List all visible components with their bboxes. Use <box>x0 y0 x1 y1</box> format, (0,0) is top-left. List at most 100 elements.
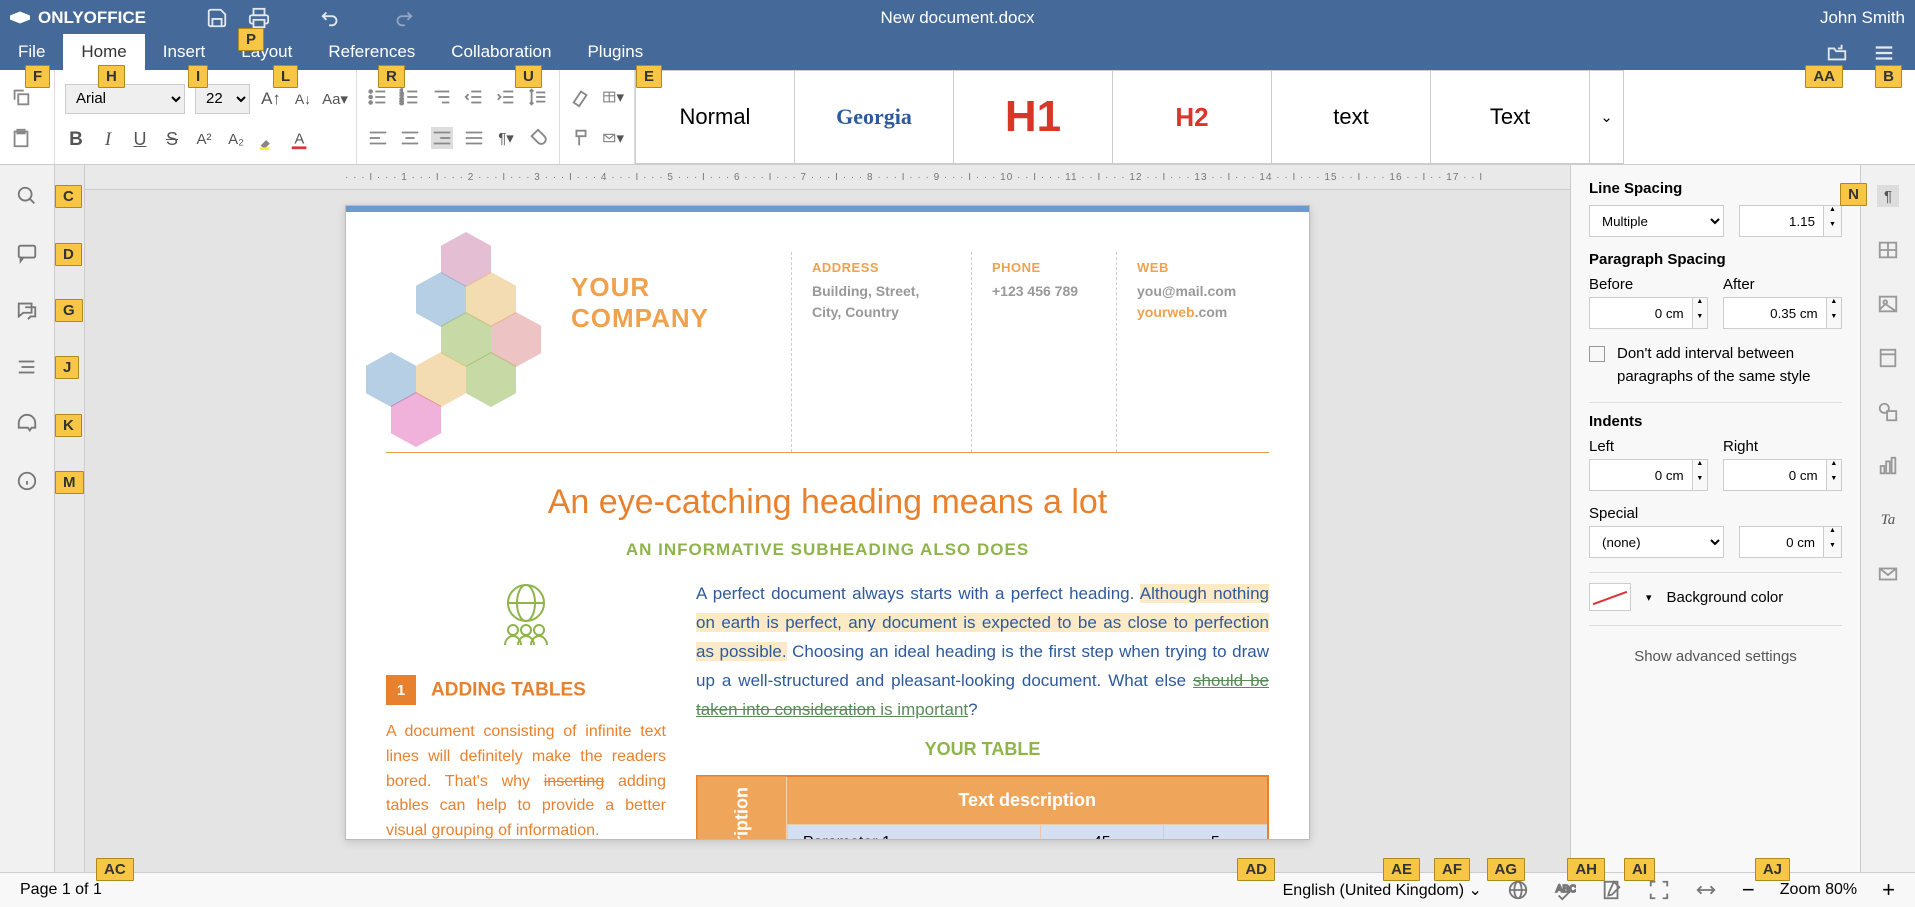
svg-text:A: A <box>295 131 305 147</box>
font-size-select[interactable]: 22 <box>195 84 250 114</box>
print-icon[interactable] <box>248 7 270 29</box>
style-georgia[interactable]: Georgia <box>794 70 954 164</box>
align-center-icon[interactable] <box>399 127 421 149</box>
para-spacing-label: Paragraph Spacing <box>1589 251 1842 268</box>
copy-icon[interactable] <box>10 86 32 108</box>
spacing-before[interactable] <box>1589 297 1693 329</box>
clear-style-icon[interactable] <box>570 86 592 108</box>
numbering-icon[interactable]: 123 <box>399 86 421 108</box>
italic-icon[interactable]: I <box>97 129 119 151</box>
shape-settings-icon[interactable] <box>1877 401 1899 423</box>
chart-settings-icon[interactable] <box>1877 455 1899 477</box>
advanced-settings-link[interactable]: Show advanced settings <box>1589 636 1842 677</box>
special-select[interactable]: (none) <box>1589 526 1724 558</box>
fit-page-icon[interactable] <box>1648 879 1670 901</box>
vertical-ruler[interactable] <box>55 165 85 872</box>
hint-m: M <box>55 471 84 494</box>
trackchanges-icon[interactable] <box>1601 879 1623 901</box>
insert-table-icon[interactable]: ▾ <box>602 86 624 108</box>
indent-left[interactable] <box>1589 459 1693 491</box>
style-dropdown[interactable]: ⌄ <box>1589 70 1624 164</box>
bold-icon[interactable]: B <box>65 129 87 151</box>
special-by[interactable] <box>1739 526 1824 558</box>
dont-add-checkbox[interactable] <box>1589 346 1605 362</box>
spinner[interactable]: ▲▼ <box>1824 205 1842 237</box>
hint-r: R <box>378 65 405 88</box>
about-icon[interactable] <box>16 470 38 492</box>
line-spacing-value[interactable] <box>1739 205 1824 237</box>
language-selector[interactable]: English (United Kingdom) ⌄ <box>1283 880 1482 900</box>
shading-icon[interactable] <box>527 127 549 149</box>
align-left-icon[interactable] <box>367 127 389 149</box>
hint-f: F <box>25 65 50 88</box>
outdent-icon[interactable] <box>463 86 485 108</box>
hint-i: I <box>188 65 208 88</box>
underline-icon[interactable]: U <box>129 129 151 151</box>
subscript-icon[interactable]: A₂ <box>225 129 247 151</box>
font-color-icon[interactable]: A <box>289 129 311 151</box>
change-case-icon[interactable]: Aa▾ <box>324 88 346 110</box>
mail-settings-icon[interactable] <box>1877 563 1899 585</box>
doclang-icon[interactable] <box>1507 879 1529 901</box>
menu-insert[interactable]: Insert <box>145 34 224 70</box>
open-location-icon[interactable] <box>1826 42 1848 64</box>
paragraph-settings-icon[interactable]: ¶ <box>1877 185 1899 207</box>
hint-ae: AE <box>1383 858 1420 881</box>
spacing-after[interactable] <box>1723 297 1827 329</box>
font-name-select[interactable]: Arial <box>65 84 185 114</box>
align-right-icon[interactable] <box>431 127 453 149</box>
superscript-icon[interactable]: A² <box>193 129 215 151</box>
app-name: ONLYOFFICE <box>38 8 146 28</box>
pilcrow-icon[interactable]: ¶▾ <box>495 127 517 149</box>
indent-icon[interactable] <box>495 86 517 108</box>
increase-font-icon[interactable]: A↑ <box>260 88 282 110</box>
undo-icon[interactable] <box>320 7 342 29</box>
mailmerge-icon[interactable]: ▾ <box>602 127 624 149</box>
bg-color-swatch[interactable] <box>1589 583 1631 611</box>
page-indicator[interactable]: Page 1 of 1 <box>20 881 102 899</box>
zoom-level[interactable]: Zoom 80% <box>1780 881 1857 899</box>
fit-width-icon[interactable] <box>1695 879 1717 901</box>
line-spacing-type[interactable]: Multiple <box>1589 205 1724 237</box>
style-gallery: Normal Georgia H1 H2 text Text ⌄ <box>635 70 1624 164</box>
onlyoffice-icon <box>10 8 30 28</box>
view-settings-icon[interactable] <box>1873 42 1895 64</box>
strike-icon[interactable]: S <box>161 129 183 151</box>
align-justify-icon[interactable] <box>463 127 485 149</box>
canvas[interactable]: · · · I · · · 1 · · · I · · · 2 · · · I … <box>85 165 1570 872</box>
menu-references[interactable]: References <box>310 34 433 70</box>
user-name[interactable]: John Smith <box>1820 8 1905 28</box>
svg-text:ABC: ABC <box>1556 884 1576 895</box>
feedback-icon[interactable] <box>16 413 38 435</box>
save-icon[interactable] <box>206 7 228 29</box>
style-h2[interactable]: H2 <box>1112 70 1272 164</box>
paste-icon[interactable] <box>10 127 32 149</box>
comments-icon[interactable] <box>16 242 38 264</box>
table-settings-icon[interactable] <box>1877 239 1899 261</box>
zoom-out[interactable]: − <box>1742 877 1755 903</box>
style-h1[interactable]: H1 <box>953 70 1113 164</box>
search-icon[interactable] <box>16 185 38 207</box>
style-text1[interactable]: text <box>1271 70 1431 164</box>
horizontal-ruler[interactable]: · · · I · · · 1 · · · I · · · 2 · · · I … <box>85 165 1570 190</box>
decrease-font-icon[interactable]: A↓ <box>292 88 314 110</box>
header-footer-icon[interactable] <box>1877 347 1899 369</box>
navigation-icon[interactable] <box>16 356 38 378</box>
chat-icon[interactable] <box>16 299 38 321</box>
spellcheck-icon[interactable]: ABC <box>1554 879 1576 901</box>
document-page[interactable]: YOUR COMPANY ADDRESS Building, Street, C… <box>345 205 1310 840</box>
copy-style-icon[interactable] <box>570 127 592 149</box>
redo-icon[interactable] <box>392 7 414 29</box>
bullets-icon[interactable] <box>367 86 389 108</box>
zoom-in[interactable]: + <box>1882 877 1895 903</box>
image-settings-icon[interactable] <box>1877 293 1899 315</box>
globe-people-icon <box>491 580 561 650</box>
style-text2[interactable]: Text <box>1430 70 1590 164</box>
menu-collaboration[interactable]: Collaboration <box>433 34 569 70</box>
line-spacing-icon[interactable] <box>527 86 549 108</box>
multilevel-icon[interactable] <box>431 86 453 108</box>
indent-right[interactable] <box>1723 459 1827 491</box>
highlight-icon[interactable] <box>257 129 279 151</box>
menu-bar: File Home Insert Layout References Colla… <box>0 35 1915 70</box>
textart-settings-icon[interactable]: Ta <box>1877 509 1899 531</box>
